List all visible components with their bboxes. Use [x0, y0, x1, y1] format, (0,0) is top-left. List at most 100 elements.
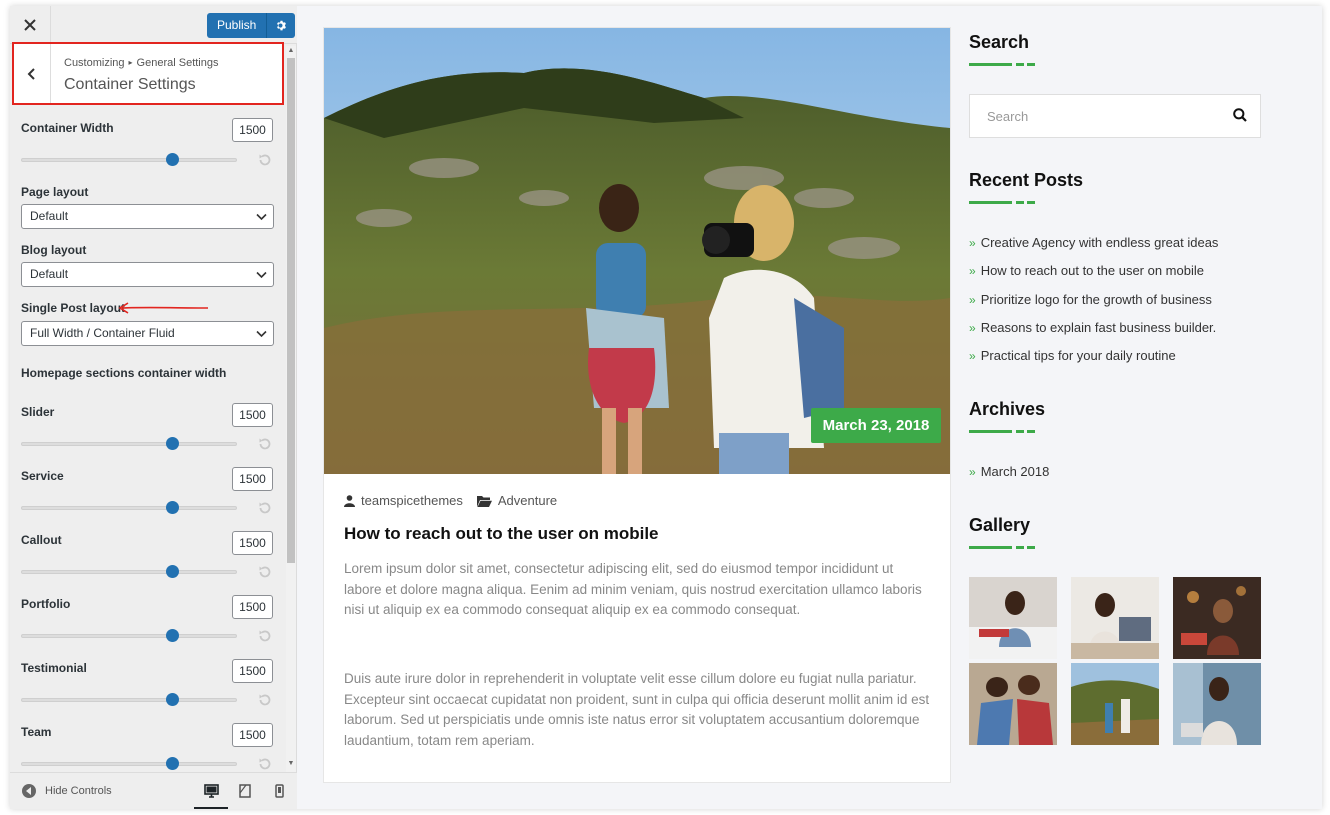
post-meta: teamspicethemes Adventure [344, 493, 557, 508]
single-post-layout-selected: Full Width / Container Fluid [30, 326, 175, 340]
gallery-thumbnail[interactable] [969, 577, 1057, 659]
reset-icon[interactable] [257, 756, 273, 772]
double-chevron-icon: » [969, 263, 976, 278]
gallery-thumbnail[interactable] [1071, 577, 1159, 659]
mobile-icon [274, 784, 284, 798]
title-underline [969, 63, 1035, 66]
gallery-thumbnail[interactable] [1173, 577, 1261, 659]
service-width-input[interactable]: 1500 [232, 467, 273, 491]
close-customizer-button[interactable] [10, 6, 51, 44]
chevron-down-icon [256, 213, 267, 221]
archives-title: Archives [969, 399, 1046, 419]
double-chevron-icon: » [969, 464, 976, 479]
testimonial-width-input[interactable]: 1500 [232, 659, 273, 683]
search-widget-title: Search [969, 32, 1030, 52]
scroll-down-arrow-icon[interactable]: ▼ [286, 759, 296, 769]
recent-post-link[interactable]: » How to reach out to the user on mobile [969, 263, 1204, 278]
recent-post-link[interactable]: » Prioritize logo for the growth of busin… [969, 292, 1212, 307]
double-chevron-icon: » [969, 235, 976, 250]
double-chevron-icon: » [969, 320, 976, 335]
team-width-range-handle[interactable] [165, 757, 179, 770]
gallery-thumbnail[interactable] [1071, 663, 1159, 745]
hide-controls-label: Hide Controls [45, 785, 112, 797]
hide-controls-button[interactable]: Hide Controls [22, 784, 112, 798]
page-layout-label: Page layout [21, 185, 89, 199]
single-post-layout-label: Single Post layout [21, 301, 126, 315]
portfolio-width-input[interactable]: 1500 [232, 595, 273, 619]
desktop-icon [203, 784, 219, 798]
reset-icon[interactable] [257, 152, 273, 168]
team-width-range[interactable] [21, 762, 237, 766]
team-width-input[interactable]: 1500 [232, 723, 273, 747]
recent-post-label: How to reach out to the user on mobile [980, 263, 1204, 278]
callout-width-range-handle[interactable] [165, 565, 179, 578]
recent-post-label: Creative Agency with endless great ideas [980, 235, 1219, 250]
device-mobile-button[interactable] [269, 782, 289, 800]
gallery-title: Gallery [969, 515, 1031, 535]
post-category-label[interactable]: Adventure [498, 493, 557, 508]
recent-post-link[interactable]: » Practical tips for your daily routine [969, 348, 1176, 363]
blog-layout-select[interactable]: Default [21, 262, 274, 287]
testimonial-width-range[interactable] [21, 698, 237, 702]
section-label-team: Team [21, 725, 52, 739]
scrollbar-thumb[interactable] [287, 58, 295, 563]
slider-width-range[interactable] [21, 442, 237, 446]
service-width-range[interactable] [21, 506, 237, 510]
container-width-slider[interactable] [21, 158, 237, 162]
reset-icon[interactable] [257, 692, 273, 708]
recent-post-link[interactable]: » Creative Agency with endless great idea… [969, 235, 1218, 250]
customizer-footer: Hide Controls [10, 772, 297, 809]
post-paragraph: Duis aute irure dolor in reprehenderit i… [344, 671, 930, 748]
section-label-portfolio: Portfolio [21, 597, 71, 611]
reset-icon[interactable] [257, 564, 273, 580]
reset-icon[interactable] [257, 500, 273, 516]
section-label-callout: Callout [21, 533, 62, 547]
portfolio-width-range[interactable] [21, 634, 237, 638]
callout-width-range[interactable] [21, 570, 237, 574]
gallery-thumbnail[interactable] [969, 663, 1057, 745]
post-paragraph: Lorem ipsum dolor sit amet, consectetur … [344, 561, 922, 617]
callout-width-input[interactable]: 1500 [232, 531, 273, 555]
archive-link[interactable]: » March 2018 [969, 464, 1049, 479]
chevron-down-icon [256, 330, 267, 338]
testimonial-width-range-handle[interactable] [165, 693, 179, 706]
collapse-arrow-icon [22, 784, 36, 798]
title-underline [969, 546, 1035, 549]
slider-width-input[interactable]: 1500 [232, 403, 273, 427]
section-label-testimonial: Testimonial [21, 661, 87, 675]
section-header: Customizing ▸ General Settings Container S… [12, 42, 284, 105]
app-frame: Publish Customizing ▸ General Settings Con… [10, 6, 1322, 809]
container-width-input[interactable]: 1500 [232, 118, 273, 142]
close-icon [24, 19, 36, 31]
reset-icon[interactable] [257, 436, 273, 452]
publish-button[interactable]: Publish [207, 13, 268, 38]
folder-icon [476, 495, 492, 507]
double-chevron-icon: » [969, 292, 976, 307]
reset-icon[interactable] [257, 628, 273, 644]
device-desktop-button[interactable] [194, 782, 228, 809]
slider-width-range-handle[interactable] [165, 437, 179, 450]
back-button[interactable] [14, 44, 51, 103]
service-width-range-handle[interactable] [165, 501, 179, 514]
breadcrumb-separator-icon: ▸ [128, 58, 133, 67]
search-input[interactable]: Search [969, 94, 1261, 138]
post-title[interactable]: How to reach out to the user on mobile [344, 524, 659, 544]
breadcrumb: Customizing ▸ General Settings [64, 57, 218, 69]
scroll-up-arrow-icon[interactable]: ▲ [286, 46, 296, 56]
single-post-layout-select[interactable]: Full Width / Container Fluid [21, 321, 274, 346]
device-tablet-button[interactable] [235, 782, 255, 800]
container-width-slider-handle[interactable] [165, 153, 179, 166]
portfolio-width-range-handle[interactable] [165, 629, 179, 642]
archive-label: March 2018 [980, 464, 1050, 479]
post-author[interactable]: teamspicethemes [361, 493, 463, 508]
recent-post-link[interactable]: » Reasons to explain fast business builde… [969, 320, 1216, 335]
page-layout-select[interactable]: Default [21, 204, 274, 229]
search-icon[interactable] [1233, 108, 1247, 127]
post-date-badge[interactable]: March 23, 2018 [811, 408, 941, 443]
user-icon [344, 494, 355, 507]
customizer-sidebar: Publish Customizing ▸ General Settings Con… [10, 6, 297, 809]
recent-post-label: Prioritize logo for the growth of busine… [980, 292, 1212, 307]
publish-settings-button[interactable] [267, 13, 296, 38]
post-category: Adventure [476, 493, 557, 508]
gallery-thumbnail[interactable] [1173, 663, 1261, 745]
